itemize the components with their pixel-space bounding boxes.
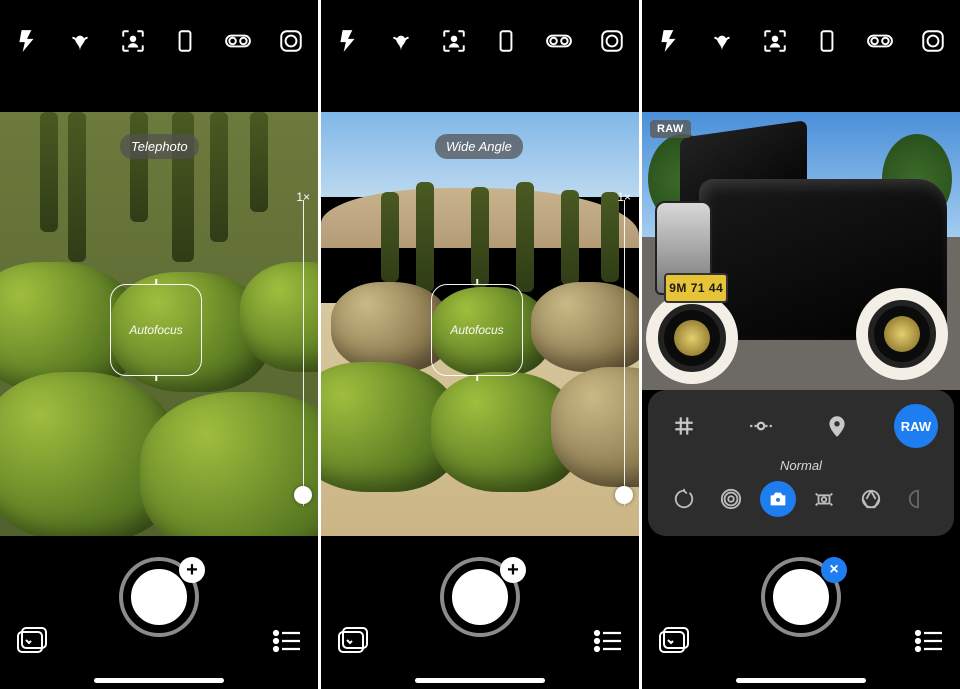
focus-label: Autofocus bbox=[450, 323, 503, 337]
zoom-slider-thumb[interactable] bbox=[294, 486, 312, 504]
preview-scene: 9M 71 44 bbox=[642, 112, 960, 390]
timer-mode-icon[interactable] bbox=[666, 481, 702, 517]
shutter-plus-badge[interactable]: + bbox=[500, 557, 526, 583]
half-mode-icon[interactable] bbox=[900, 481, 936, 517]
aspect-icon[interactable] bbox=[172, 28, 198, 54]
bottom-bar: + bbox=[0, 539, 318, 689]
stabilize-mode-icon[interactable] bbox=[806, 481, 842, 517]
location-icon[interactable] bbox=[817, 406, 857, 446]
viewfinder[interactable]: Wide Angle 1× Autofocus bbox=[321, 112, 639, 536]
macro-icon[interactable] bbox=[388, 28, 414, 54]
focus-reticle[interactable]: Autofocus bbox=[110, 284, 202, 376]
settings-list-icon[interactable] bbox=[593, 629, 623, 653]
shutter-plus-badge[interactable]: + bbox=[179, 557, 205, 583]
dual-lens-icon[interactable] bbox=[867, 28, 893, 54]
viewfinder[interactable]: Telephoto 1× Autofocus bbox=[0, 112, 318, 536]
gallery-icon[interactable] bbox=[16, 625, 50, 655]
raw-toggle-button[interactable]: RAW bbox=[894, 404, 938, 448]
viewfinder[interactable]: 9M 71 44 RAW bbox=[642, 112, 960, 390]
raw-badge: RAW bbox=[650, 120, 691, 138]
home-indicator[interactable] bbox=[94, 678, 224, 683]
level-icon[interactable] bbox=[741, 406, 781, 446]
home-indicator[interactable] bbox=[415, 678, 545, 683]
camera-screen-raw-panel: 9M 71 44 RAW RAW Normal bbox=[642, 0, 960, 689]
camera-screen-wide: Wide Angle 1× Autofocus + bbox=[321, 0, 639, 689]
zoom-slider[interactable] bbox=[624, 200, 626, 506]
normal-mode-icon[interactable] bbox=[760, 481, 796, 517]
bottom-bar: + bbox=[321, 539, 639, 689]
lens-label: Telephoto bbox=[120, 134, 199, 159]
portrait-icon[interactable] bbox=[120, 28, 146, 54]
macro-icon[interactable] bbox=[709, 28, 735, 54]
aspect-icon[interactable] bbox=[814, 28, 840, 54]
focus-reticle[interactable]: Autofocus bbox=[431, 284, 523, 376]
license-plate: 9M 71 44 bbox=[664, 273, 728, 303]
dual-lens-icon[interactable] bbox=[546, 28, 572, 54]
lens-label: Wide Angle bbox=[435, 134, 523, 159]
flash-icon[interactable] bbox=[14, 28, 40, 54]
gallery-icon[interactable] bbox=[337, 625, 371, 655]
camera-screen-telephoto: Telephoto 1× Autofocus + bbox=[0, 0, 318, 689]
focus-label: Autofocus bbox=[129, 323, 182, 337]
bottom-bar: × bbox=[642, 539, 960, 689]
gallery-icon[interactable] bbox=[658, 625, 692, 655]
shutter-close-badge[interactable]: × bbox=[821, 557, 847, 583]
zoom-slider-thumb[interactable] bbox=[615, 486, 633, 504]
zoom-slider[interactable] bbox=[303, 200, 305, 506]
shutter-button[interactable]: + bbox=[123, 561, 195, 633]
flash-icon[interactable] bbox=[656, 28, 682, 54]
filter-icon[interactable] bbox=[599, 28, 625, 54]
options-panel: RAW Normal bbox=[648, 390, 954, 536]
portrait-icon[interactable] bbox=[762, 28, 788, 54]
aspect-icon[interactable] bbox=[493, 28, 519, 54]
home-indicator[interactable] bbox=[736, 678, 866, 683]
settings-list-icon[interactable] bbox=[914, 629, 944, 653]
mode-row bbox=[664, 481, 938, 517]
filter-icon[interactable] bbox=[920, 28, 946, 54]
macro-icon[interactable] bbox=[67, 28, 93, 54]
top-toolbar bbox=[0, 0, 318, 60]
grid-icon[interactable] bbox=[664, 406, 704, 446]
aperture-mode-icon[interactable] bbox=[853, 481, 889, 517]
flash-icon[interactable] bbox=[335, 28, 361, 54]
shutter-button[interactable]: + bbox=[444, 561, 516, 633]
mode-label: Normal bbox=[664, 458, 938, 473]
burst-mode-icon[interactable] bbox=[713, 481, 749, 517]
top-toolbar bbox=[321, 0, 639, 60]
filter-icon[interactable] bbox=[278, 28, 304, 54]
shutter-button[interactable]: × bbox=[765, 561, 837, 633]
portrait-icon[interactable] bbox=[441, 28, 467, 54]
dual-lens-icon[interactable] bbox=[225, 28, 251, 54]
top-toolbar bbox=[642, 0, 960, 60]
settings-list-icon[interactable] bbox=[272, 629, 302, 653]
